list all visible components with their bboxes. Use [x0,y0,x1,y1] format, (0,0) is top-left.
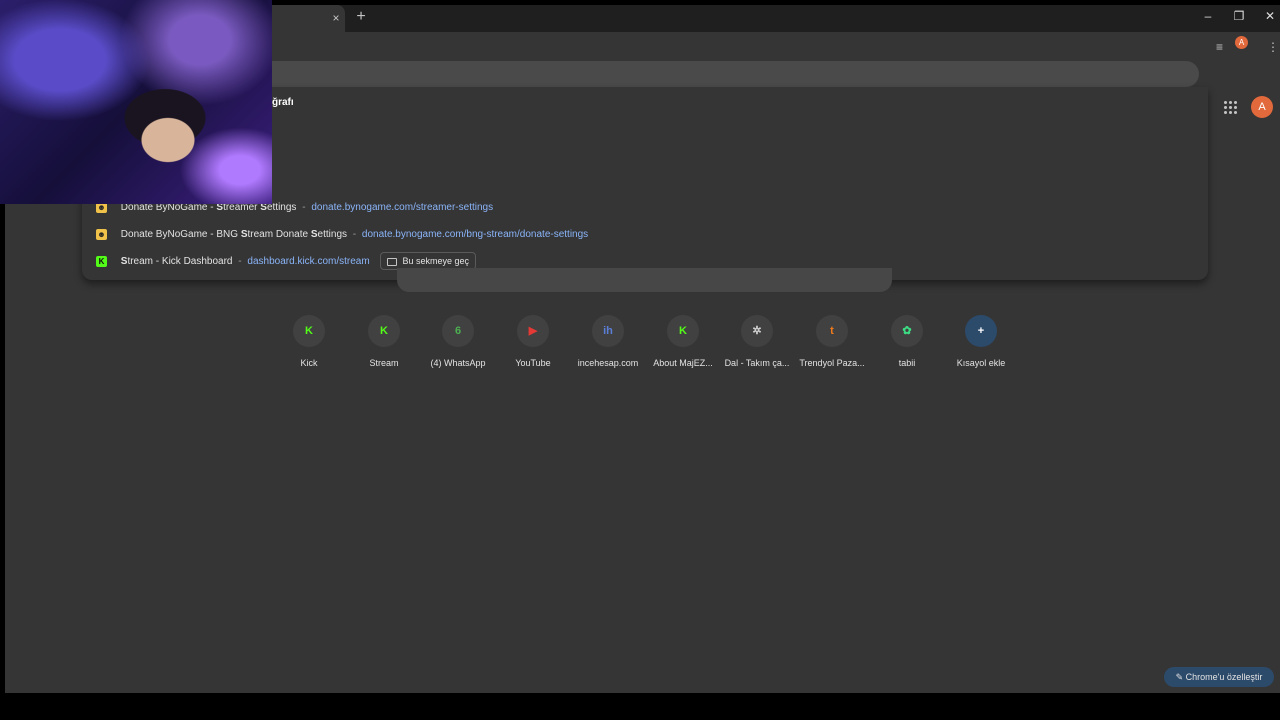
restore-icon[interactable]: ❐ [1229,9,1249,23]
switch-to-tab-label: Bu sekmeye geç [402,256,470,267]
shortcut-icon-circle: ✲ [741,315,773,347]
suggestion-title: tream - Kick Dashboard [127,256,233,267]
add-shortcut-icon: + [977,325,985,337]
shortcut-icon-circle: K [368,315,400,347]
tabii-icon: ✿ [902,325,912,337]
shortcut-tile[interactable]: K Stream [347,315,421,375]
dropdown-partial-header: ğrafı [272,97,294,108]
kick-icon: K [679,325,687,337]
shortcut-label: Kick [300,358,318,368]
openai-icon: ✲ [752,325,762,337]
shortcut-icon-circle: ih [592,315,624,347]
shortcut-tile[interactable]: ✲ Dal - Takım ça... [720,315,794,375]
shortcut-label: Kısayol ekle [956,358,1006,368]
suggestion-url: donate.bynogame.com/streamer-settings [311,202,494,213]
new-tab-icon[interactable]: + [353,8,369,26]
minimize-icon[interactable]: – [1198,9,1218,23]
suggestion-title: tream Donate [247,229,311,240]
shortcut-label: Dal - Takım ça... [724,358,790,368]
shortcut-label: Trendyol Paza... [799,358,865,368]
shortcut-tile[interactable]: t Trendyol Paza... [795,315,869,375]
incehesap-icon: ih [603,325,613,337]
suggestion-separator: - [302,202,306,213]
suggestion-title: Donate ByNoGame - BNG [120,229,241,240]
youtube-icon: ▶ [528,325,538,337]
kick-icon: K [380,325,388,337]
shortcut-tile[interactable]: + Kısayol ekle [944,315,1018,375]
shortcut-label: Stream [369,358,399,368]
shortcut-label: (4) WhatsApp [430,358,486,368]
bynogame-icon: ☻ [96,228,107,240]
shortcut-tile[interactable]: K Kick [272,315,346,375]
suggestion-match: S [310,229,318,240]
shortcut-tile[interactable]: ih incehesap.com [571,315,645,375]
shortcut-label: incehesap.com [577,358,639,368]
customize-chrome-label: Chrome'u özelleştir [1185,672,1263,682]
shortcut-label: YouTube [515,358,551,368]
shortcut-tile[interactable]: 6 (4) WhatsApp [421,315,495,375]
shortcut-label: About MajEZ... [653,358,713,368]
suggestion-url: dashboard.kick.com/stream [247,256,370,267]
google-search-box[interactable] [397,268,892,292]
kick-icon: K [96,255,107,267]
shortcut-label: tabii [898,358,916,368]
trendyol-icon: t [830,325,834,337]
close-window-icon[interactable]: ✕ [1260,9,1280,23]
suggestion-separator: - [352,229,357,240]
tab-icon [387,257,398,266]
profile-avatar[interactable]: A [1235,36,1248,49]
shortcut-icon-circle: K [293,315,325,347]
suggestion-separator: - [238,256,242,267]
kick-icon: K [305,325,313,337]
shortcut-icon-circle: 6 [442,315,474,347]
tab-close-icon[interactable]: × [329,11,343,25]
shortcut-icon-circle: t [816,315,848,347]
suggestion-row[interactable]: ☻ Donate ByNoGame - BNG Stream Donate Se… [96,225,588,245]
media-control-icon[interactable]: ≡ [1216,40,1223,54]
shortcut-icon-circle: + [965,315,997,347]
suggestion-match: S [240,229,248,240]
webcam-overlay [0,0,272,204]
shortcut-tile[interactable]: K About MajEZ... [646,315,720,375]
suggestion-title: ettings [317,229,348,240]
pencil-icon: ✎ [1175,672,1184,682]
google-account-avatar[interactable]: A [1251,96,1273,118]
shortcut-icon-circle: K [667,315,699,347]
shortcut-icon-circle: ▶ [517,315,549,347]
shortcut-tile[interactable]: ✿ tabii [870,315,944,375]
google-apps-icon[interactable] [1224,101,1237,114]
customize-chrome-button[interactable]: ✎ Chrome'u özelleştir [1164,667,1274,687]
shortcut-tile[interactable]: ▶ YouTube [496,315,570,375]
shortcut-icon-circle: ✿ [891,315,923,347]
suggestion-url: donate.bynogame.com/bng-stream/donate-se… [361,229,589,240]
menu-icon[interactable]: ⋮ [1267,40,1279,54]
whatsapp-icon: 6 [454,325,462,337]
